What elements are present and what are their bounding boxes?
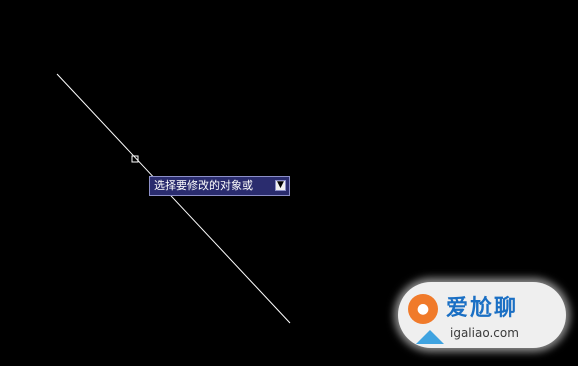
logo-triangle-icon — [416, 330, 444, 344]
logo-badge-icon: ● — [408, 294, 438, 324]
down-arrow-icon[interactable]: ▼ — [275, 180, 286, 191]
selected-line[interactable] — [56, 73, 291, 324]
tooltip-prompt-text: 选择要修改的对象或 — [154, 179, 253, 192]
drawing-canvas[interactable]: 选择要修改的对象或 ▼ ● 爱尬聊 igaliao.com — [0, 0, 578, 366]
command-prompt-tooltip: 选择要修改的对象或 ▼ — [149, 176, 290, 196]
watermark-url: igaliao.com — [450, 326, 519, 340]
watermark-title: 爱尬聊 — [446, 296, 519, 321]
watermark-logo: ● 爱尬聊 igaliao.com — [398, 282, 566, 348]
